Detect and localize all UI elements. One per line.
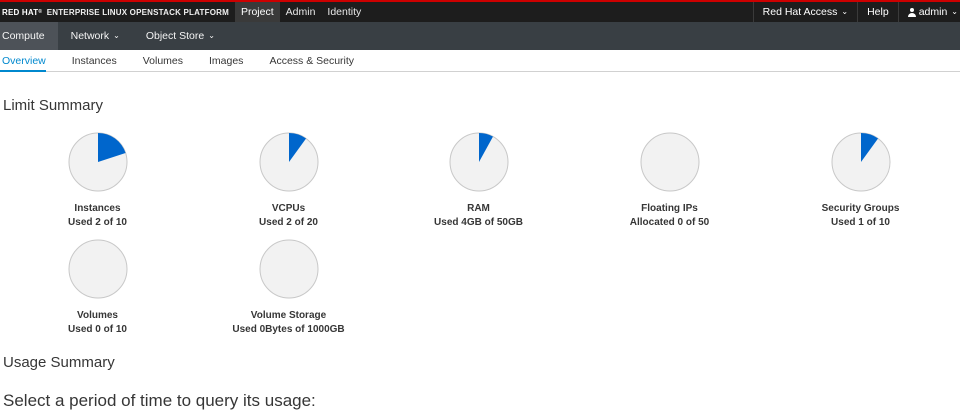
limit-chart-usage: Used 0 of 10 xyxy=(68,324,127,335)
tab-volumes[interactable]: Volumes xyxy=(130,50,196,71)
usage-query-prompt: Select a period of time to query its usa… xyxy=(3,391,316,410)
limit-chart-usage: Used 1 of 10 xyxy=(831,217,890,228)
limit-chart-ram: RAM Used 4GB of 50GB xyxy=(383,131,574,230)
pie-chart xyxy=(831,132,890,192)
limit-chart-title: VCPUs xyxy=(271,203,306,214)
chevron-down-icon: ⌄ xyxy=(841,6,849,16)
limit-chart-instances: Instances Used 2 of 10 xyxy=(2,131,193,230)
limit-chart-usage: Used 4GB of 50GB xyxy=(434,217,523,228)
pie-free-slice xyxy=(68,239,127,299)
limit-chart-volume-storage: Volume Storage Used 0Bytes of 1000GB xyxy=(193,238,384,337)
pie-chart xyxy=(449,132,508,192)
pie-free-slice xyxy=(640,132,699,192)
nav-admin[interactable]: Admin xyxy=(280,2,322,22)
utility-nav: Red Hat Access ⌄ Help admin ⌄ xyxy=(752,2,960,22)
tab-instances[interactable]: Instances xyxy=(59,50,130,71)
help-link[interactable]: Help xyxy=(857,2,898,22)
limit-chart-floating-ips: Floating IPs Allocated 0 of 50 xyxy=(574,131,765,230)
pie-free-slice xyxy=(259,239,318,299)
pie-chart xyxy=(68,239,127,299)
limit-chart-title: Volumes xyxy=(77,310,118,321)
compute-tabs: Overview Instances Volumes Images Access… xyxy=(0,50,960,72)
limit-chart-title: Security Groups xyxy=(821,203,900,214)
limit-chart-volumes: Volumes Used 0 of 10 xyxy=(2,238,193,337)
tab-access-security[interactable]: Access & Security xyxy=(256,50,367,71)
pie-chart xyxy=(259,132,318,192)
user-menu[interactable]: admin ⌄ xyxy=(897,2,960,22)
chevron-down-icon: ⌄ xyxy=(208,30,215,40)
pie-chart xyxy=(259,239,318,299)
pie-chart xyxy=(68,132,127,192)
nav-object-store[interactable]: Object Store ⌄ xyxy=(133,22,228,50)
nav-network[interactable]: Network ⌄ xyxy=(58,22,133,50)
nav-compute[interactable]: Compute xyxy=(0,22,58,50)
limit-chart-title: Instances xyxy=(74,203,121,214)
chevron-down-icon: ⌄ xyxy=(951,6,958,16)
nav-object-store-label: Object Store xyxy=(145,30,205,42)
primary-nav: Project Admin Identity xyxy=(234,2,367,22)
tab-images[interactable]: Images xyxy=(196,50,256,71)
limit-chart-security-groups: Security Groups Used 1 of 10 xyxy=(765,131,956,230)
pie-chart xyxy=(640,132,699,192)
brand-logo[interactable]: RED HAT ® ENTERPRISE LINUX OPENSTACK PLAT… xyxy=(0,2,235,22)
limit-chart-usage: Allocated 0 of 50 xyxy=(629,217,710,228)
usage-summary-heading: Usage Summary xyxy=(3,354,115,371)
limit-summary-heading: Limit Summary xyxy=(3,97,104,114)
nav-network-label: Network xyxy=(70,30,110,42)
limit-chart-usage: Used 2 of 20 xyxy=(259,217,318,228)
nav-identity[interactable]: Identity xyxy=(321,2,367,22)
limit-chart-usage: Used 0Bytes of 1000GB xyxy=(232,324,345,335)
limit-chart-title: RAM xyxy=(467,203,490,214)
user-icon xyxy=(907,7,916,17)
secondary-nav: Compute Network ⌄ Object Store ⌄ xyxy=(0,22,960,50)
red-hat-access-menu[interactable]: Red Hat Access ⌄ xyxy=(752,2,857,22)
limit-chart-title: Volume Storage xyxy=(250,310,327,321)
limit-chart-title: Floating IPs xyxy=(641,203,698,214)
chevron-down-icon: ⌄ xyxy=(113,30,120,40)
masthead: RED HAT ® ENTERPRISE LINUX OPENSTACK PLAT… xyxy=(0,2,960,22)
nav-compute-label: Compute xyxy=(2,30,45,42)
limit-chart-usage: Used 2 of 10 xyxy=(68,217,127,228)
tab-overview[interactable]: Overview xyxy=(0,50,59,72)
nav-project[interactable]: Project xyxy=(234,2,280,22)
limit-chart-vcpus: VCPUs Used 2 of 20 xyxy=(193,131,384,230)
user-name: admin xyxy=(918,6,948,18)
red-hat-access-label: Red Hat Access xyxy=(762,6,838,18)
